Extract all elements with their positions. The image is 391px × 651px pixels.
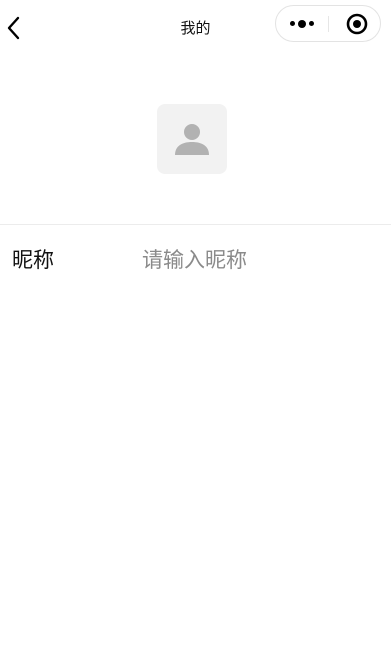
more-dots-icon — [290, 21, 295, 26]
avatar[interactable] — [157, 104, 227, 174]
miniprogram-capsule — [275, 5, 381, 42]
profile-page: 我的 昵称 — [0, 0, 391, 651]
nickname-label: 昵称 — [12, 248, 54, 272]
section-divider — [0, 224, 391, 225]
nickname-row: 昵称 — [0, 238, 391, 282]
record-target-icon — [346, 13, 368, 34]
capsule-divider — [328, 16, 329, 32]
close-miniprogram-button[interactable] — [334, 6, 380, 41]
nickname-input[interactable] — [142, 244, 372, 276]
more-dots-icon-right — [309, 21, 314, 26]
user-placeholder-icon — [175, 124, 209, 155]
more-button[interactable] — [276, 6, 328, 41]
navigation-bar: 我的 — [0, 0, 391, 56]
more-dots-icon-center — [298, 19, 306, 28]
